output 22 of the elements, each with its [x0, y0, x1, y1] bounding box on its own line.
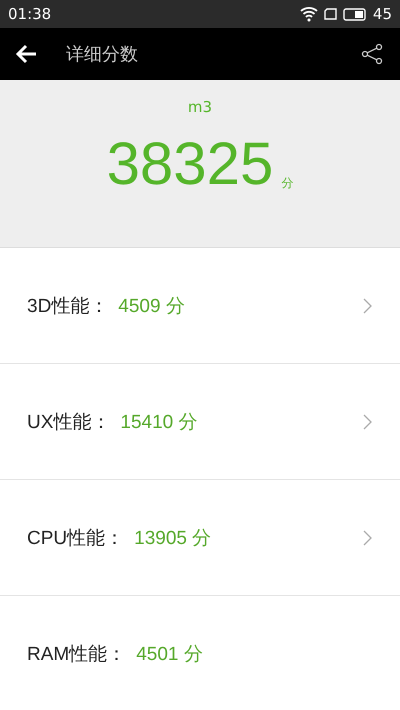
category-label: RAM性能： — [27, 642, 126, 666]
category-label: UX性能： — [27, 410, 110, 434]
device-name: m3 — [188, 98, 212, 116]
category-label: 3D性能： — [27, 294, 108, 318]
sim-card-icon — [324, 8, 337, 20]
total-score: 38325 — [106, 134, 274, 194]
chevron-right-icon — [363, 298, 372, 314]
page-title: 详细分数 — [66, 43, 139, 66]
category-score: 4501 分 — [136, 642, 204, 666]
category-score: 13905 分 — [134, 526, 212, 550]
wifi-icon — [300, 6, 318, 22]
clock-time: 01:38 — [8, 5, 52, 23]
score-unit: 分 — [281, 175, 294, 192]
share-button[interactable] — [360, 42, 384, 66]
battery-icon — [342, 8, 367, 20]
category-score: 15410 分 — [120, 410, 199, 434]
category-score: 4509 分 — [118, 294, 186, 318]
category-label: CPU性能： — [27, 526, 124, 550]
chevron-right-icon — [363, 414, 372, 430]
battery-level: 45 — [372, 5, 392, 23]
chevron-right-icon — [363, 530, 372, 546]
back-button[interactable] — [16, 44, 38, 64]
